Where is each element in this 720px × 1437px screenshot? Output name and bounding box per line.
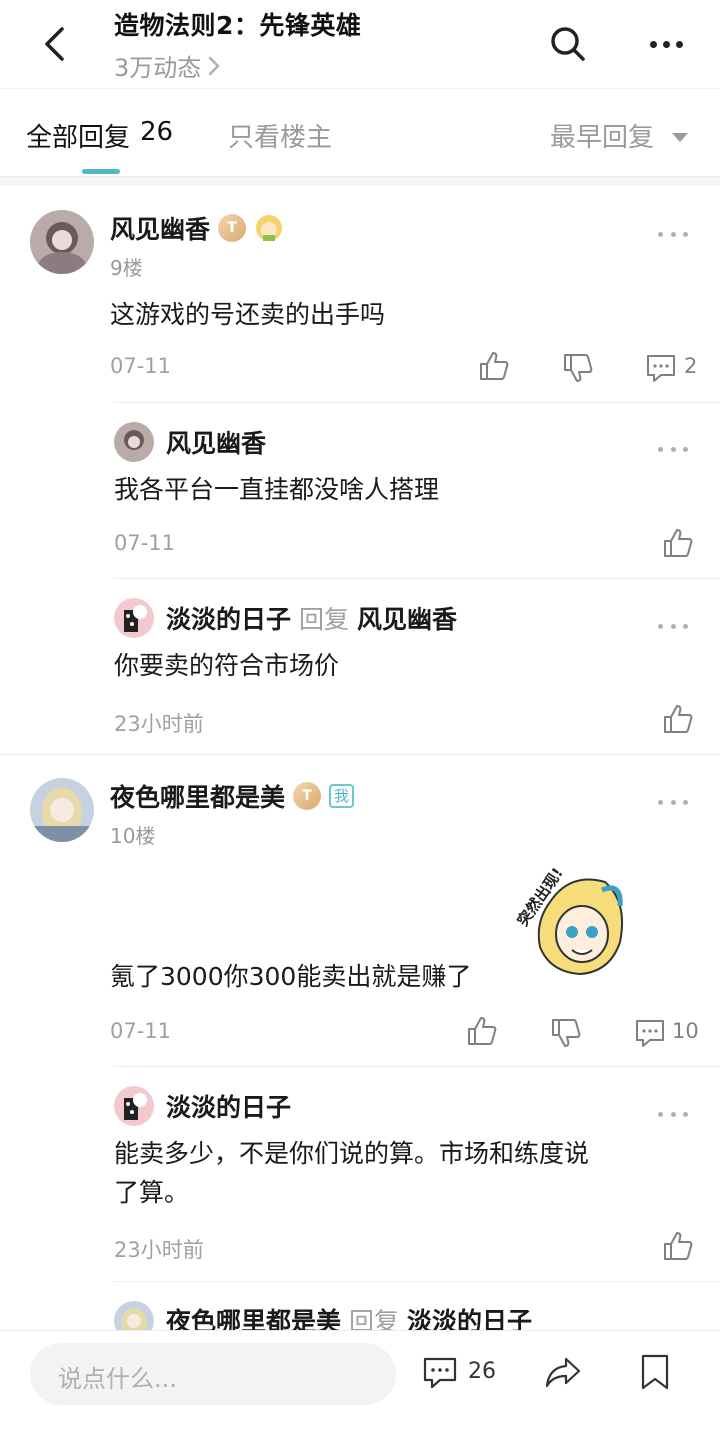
floor-content: 这游戏的号还卖的出手吗 <box>110 300 386 329</box>
reply-content-line: 了算。 <box>114 1178 190 1207</box>
reply-time: 23小时前 <box>114 1238 204 1262</box>
bottom-bar: 说点什么... 26 <box>0 1330 720 1437</box>
avatar[interactable] <box>30 778 94 842</box>
reply-word: 回复 <box>299 605 350 634</box>
reply-user-name[interactable]: 风见幽香 <box>166 424 266 460</box>
floor-divider <box>0 754 720 755</box>
reply-time: 07-11 <box>114 531 176 555</box>
dislike-icon[interactable] <box>550 1017 582 1049</box>
reply-divider <box>114 1281 720 1282</box>
more-options-icon[interactable] <box>658 444 688 454</box>
search-button[interactable] <box>548 24 588 64</box>
comment-count: 2 <box>684 354 698 378</box>
avatar[interactable] <box>30 210 94 274</box>
sort-label: 最早回复 <box>550 123 655 153</box>
triangle-down-icon <box>672 133 689 142</box>
reply-user-name[interactable]: 淡淡的日子 <box>166 600 291 636</box>
more-button[interactable] <box>646 24 686 64</box>
comment-icon[interactable] <box>422 1355 458 1391</box>
reply-tabs: 全部回复 26 只看楼主 最早回复 <box>0 88 720 176</box>
back-button[interactable] <box>34 24 74 64</box>
level-badge-icon: T <box>293 782 322 810</box>
tab-all-label: 全部回复 <box>26 123 131 153</box>
reply-time: 23小时前 <box>114 712 204 736</box>
total-comment-count: 26 <box>468 1359 496 1384</box>
tab-all-count: 26 <box>140 117 174 147</box>
more-dot <box>649 40 657 48</box>
reply-to-user-name[interactable]: 风见幽香 <box>357 600 457 636</box>
user-name-row: 夜色哪里都是美 T 我 <box>110 778 355 814</box>
comment-count: 10 <box>672 1019 699 1043</box>
level-badge-icon: T <box>218 214 247 242</box>
reply-divider <box>114 578 720 579</box>
dynamics-count: 3万动态 <box>114 54 202 82</box>
floor-number: 10楼 <box>110 824 156 848</box>
floor-time: 07-11 <box>110 354 172 378</box>
section-divider <box>0 176 720 186</box>
more-dot <box>662 40 670 48</box>
more-dot <box>675 40 683 48</box>
user-name-row: 风见幽香 T <box>110 210 284 246</box>
bookmark-icon[interactable] <box>640 1353 670 1391</box>
search-icon <box>551 27 585 61</box>
me-badge: 我 <box>329 784 355 808</box>
header: 造物法则2：先锋英雄 3万动态 <box>0 0 720 88</box>
more-options-icon[interactable] <box>658 621 688 631</box>
comment-icon[interactable] <box>645 352 677 384</box>
like-icon[interactable] <box>662 527 694 559</box>
more-options-icon[interactable] <box>658 1109 688 1119</box>
chevron-left-icon <box>45 27 64 61</box>
reply-header: 淡淡的日子 回复 风见幽香 <box>166 600 457 636</box>
like-icon[interactable] <box>662 703 694 735</box>
sticker-image: 突然出现! <box>510 862 630 982</box>
chevron-right-icon <box>209 56 221 75</box>
reply-user-name[interactable]: 淡淡的日子 <box>166 1088 291 1124</box>
floor-content: 氪了3000你300能卖出就是赚了 <box>110 962 472 991</box>
avatar[interactable] <box>114 422 154 462</box>
avatar-badge-icon <box>256 215 283 241</box>
like-icon[interactable] <box>466 1015 498 1047</box>
floor-number: 9楼 <box>110 256 143 280</box>
tab-active-indicator <box>82 169 120 174</box>
reply-content-line: 能卖多少，不是你们说的算。市场和练度说 <box>114 1139 590 1168</box>
floor-time: 07-11 <box>110 1019 172 1043</box>
more-options-icon[interactable] <box>658 229 688 239</box>
user-name[interactable]: 夜色哪里都是美 <box>110 778 285 814</box>
comment-input-placeholder: 说点什么... <box>58 1365 177 1393</box>
more-options-icon[interactable] <box>658 797 688 807</box>
avatar[interactable] <box>114 1086 154 1126</box>
comment-input[interactable]: 说点什么... <box>30 1343 396 1405</box>
user-name[interactable]: 风见幽香 <box>110 210 210 246</box>
reply-content: 我各平台一直挂都没啥人搭理 <box>114 475 440 504</box>
reply-divider <box>114 402 720 403</box>
dislike-icon[interactable] <box>562 352 594 384</box>
dynamics-link[interactable]: 3万动态 <box>114 48 221 83</box>
like-icon[interactable] <box>478 350 510 382</box>
tab-all-replies[interactable]: 全部回复 26 <box>26 117 173 154</box>
reply-divider <box>114 1066 720 1067</box>
page-title: 造物法则2：先锋英雄 <box>114 11 362 40</box>
reply-content: 你要卖的符合市场价 <box>114 651 340 680</box>
share-icon[interactable] <box>544 1353 582 1391</box>
tab-owner-only[interactable]: 只看楼主 <box>228 117 332 154</box>
avatar[interactable] <box>114 598 154 638</box>
comment-icon[interactable] <box>634 1017 666 1049</box>
sort-dropdown[interactable]: 最早回复 <box>550 117 689 154</box>
like-icon[interactable] <box>662 1230 694 1262</box>
